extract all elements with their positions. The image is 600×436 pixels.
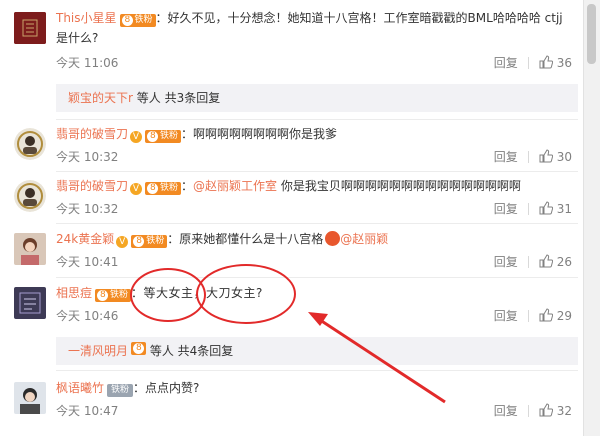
- comment-time: 今天 11:06: [56, 56, 119, 70]
- like-count: 36: [556, 56, 572, 70]
- fan-badge: 铁粉: [145, 182, 182, 195]
- avatar[interactable]: [14, 128, 46, 160]
- comment-meta: 今天 10:32 回复 31: [56, 200, 572, 218]
- reply-username[interactable]: 一清风明月: [68, 344, 128, 358]
- fan-badge: 铁粉: [95, 289, 132, 302]
- divider: [56, 171, 578, 172]
- comment-text: ：等大女主，大刀女主?: [131, 286, 263, 300]
- like-count: 26: [556, 255, 572, 269]
- like-count: 29: [556, 309, 572, 323]
- thumbs-up-icon: [539, 55, 553, 69]
- divider: [56, 277, 578, 278]
- replies-preview[interactable]: 一清风明月 等人 共4条回复: [56, 337, 578, 365]
- mention-link[interactable]: @赵丽颖: [340, 232, 388, 246]
- reply-button[interactable]: 回复: [494, 148, 518, 166]
- verified-v-icon: V: [130, 183, 143, 195]
- divider: [527, 310, 529, 322]
- divider: [56, 223, 578, 224]
- verified-v-icon: V: [130, 131, 143, 143]
- reply-button[interactable]: 回复: [494, 402, 518, 420]
- thumbs-up-icon: [539, 254, 553, 268]
- comment-meta: 今天 10:47 回复 32: [56, 402, 572, 420]
- fan-badge: 铁粉: [119, 14, 156, 27]
- reply-summary[interactable]: 等人 共4条回复: [146, 344, 233, 358]
- mention-link[interactable]: @赵丽颖工作室: [193, 179, 277, 193]
- like-button[interactable]: 32: [539, 402, 572, 420]
- divider: [527, 203, 529, 215]
- comment-username[interactable]: 相思痘: [56, 286, 92, 300]
- avatar[interactable]: [14, 287, 46, 319]
- like-count: 30: [556, 150, 572, 164]
- scrollbar-thumb[interactable]: [587, 4, 596, 64]
- comment-feed: This小星星铁粉：好久不见，十分想念！她知道十八宫格！工作室暗戳戳的BML哈哈…: [0, 0, 584, 436]
- comment-username[interactable]: 翡哥的破雪刀: [56, 179, 128, 193]
- comment-time: 今天 10:41: [56, 255, 119, 269]
- comment-username[interactable]: 24k黄金颖: [56, 232, 114, 246]
- verified-v-icon: V: [116, 236, 129, 248]
- comment-username[interactable]: 枫语曦竹: [56, 381, 104, 395]
- fan-badge: 铁粉: [107, 384, 134, 397]
- comment-username[interactable]: This小星星: [56, 11, 117, 25]
- divider: [527, 405, 529, 417]
- emoji-icon: [325, 231, 341, 246]
- comment-username[interactable]: 翡哥的破雪刀: [56, 127, 128, 141]
- thumbs-up-icon: [539, 308, 553, 322]
- comment-meta: 今天 10:46 回复 29: [56, 307, 572, 325]
- scrollbar[interactable]: [583, 0, 600, 436]
- like-button[interactable]: 36: [539, 54, 572, 72]
- comment-meta: 今天 10:41 回复 26: [56, 253, 572, 271]
- like-count: 31: [556, 202, 572, 216]
- reply-button[interactable]: 回复: [494, 200, 518, 218]
- comment-prefix: ：: [181, 179, 194, 193]
- divider: [527, 57, 529, 69]
- avatar[interactable]: [14, 12, 46, 44]
- thumbs-up-icon: [539, 149, 553, 163]
- reply-summary[interactable]: 等人 共3条回复: [133, 91, 220, 105]
- reply-username[interactable]: 颖宝的天下r: [68, 91, 133, 105]
- fan-badge: 铁粉: [145, 130, 182, 143]
- avatar[interactable]: [14, 233, 46, 265]
- fan-badge: [131, 342, 147, 355]
- divider: [527, 151, 529, 163]
- thumbs-up-icon: [539, 201, 553, 215]
- reply-button[interactable]: 回复: [494, 307, 518, 325]
- comment-text: ：原来她都懂什么是十八宫格: [167, 232, 324, 246]
- comment-time: 今天 10:32: [56, 202, 119, 216]
- replies-preview[interactable]: 颖宝的天下r 等人 共3条回复: [56, 84, 578, 112]
- avatar[interactable]: [14, 382, 46, 414]
- like-button[interactable]: 29: [539, 307, 572, 325]
- reply-button[interactable]: 回复: [494, 253, 518, 271]
- thumbs-up-icon: [539, 403, 553, 417]
- comment-meta: 今天 10:32 回复 30: [56, 148, 572, 166]
- like-button[interactable]: 30: [539, 148, 572, 166]
- divider: [56, 370, 578, 371]
- avatar[interactable]: [14, 180, 46, 212]
- reply-button[interactable]: 回复: [494, 54, 518, 72]
- comment-time: 今天 10:47: [56, 404, 119, 418]
- comment-meta: 今天 11:06 回复 36: [56, 54, 572, 72]
- comment-text: 你是我宝贝啊啊啊啊啊啊啊啊啊啊啊啊啊啊啊: [277, 179, 521, 193]
- like-button[interactable]: 26: [539, 253, 572, 271]
- fan-badge: 铁粉: [131, 235, 168, 248]
- comment-time: 今天 10:46: [56, 309, 119, 323]
- divider: [527, 256, 529, 268]
- comment-text: ：啊啊啊啊啊啊啊啊你是我爹: [181, 127, 338, 141]
- like-button[interactable]: 31: [539, 200, 572, 218]
- divider: [56, 119, 578, 120]
- like-count: 32: [556, 404, 572, 418]
- comment-text: ：点点内赞?: [133, 381, 200, 395]
- comment-time: 今天 10:32: [56, 150, 119, 164]
